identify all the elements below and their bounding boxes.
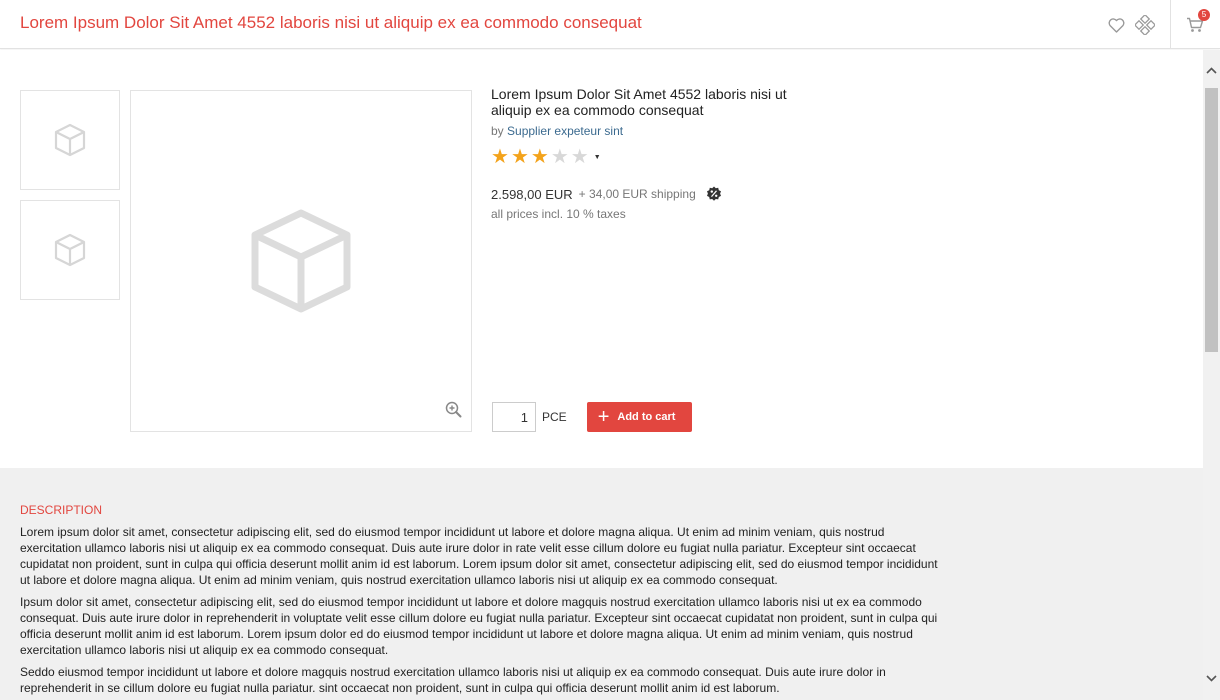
star-rating[interactable]: ★ ★ ★ ★ ★ ▼: [491, 146, 811, 168]
cube-icon: [54, 123, 86, 157]
price-row: 2.598,00 EUR + 34,00 EUR shipping: [491, 186, 811, 202]
scrollbar-thumb[interactable]: [1205, 88, 1218, 352]
plus-icon: +: [597, 406, 610, 428]
heart-icon[interactable]: [1105, 14, 1127, 36]
description-section: DESCRIPTION Lorem ipsum dolor sit amet, …: [0, 468, 1203, 700]
star-icon: ★: [570, 146, 589, 168]
star-icon: ★: [550, 146, 569, 168]
page-content: Lorem Ipsum Dolor Sit Amet 4552 laboris …: [0, 50, 1203, 700]
thumbnail-2[interactable]: [20, 200, 120, 300]
product-title: Lorem Ipsum Dolor Sit Amet 4552 laboris …: [491, 86, 787, 118]
zoom-in-icon[interactable]: [445, 401, 462, 423]
cart-icon[interactable]: 5: [1184, 9, 1210, 36]
scroll-down-icon[interactable]: [1203, 670, 1220, 687]
scroll-up-icon[interactable]: [1203, 62, 1220, 79]
cube-icon: [251, 209, 351, 313]
taxes-note: all prices incl. 10 % taxes: [491, 207, 626, 221]
description-paragraph: Seddo eiusmod tempor incididunt ut labor…: [20, 665, 886, 695]
thumbnail-1[interactable]: [20, 90, 120, 190]
description-paragraph: Lorem ipsum dolor sit amet, consectetur …: [20, 525, 938, 587]
by-label: by: [491, 124, 504, 138]
add-to-cart-button[interactable]: + Add to cart: [586, 402, 692, 432]
rating-dropdown-caret-icon[interactable]: ▼: [594, 154, 601, 161]
star-icon: ★: [491, 146, 509, 168]
add-to-cart-row: PCE + Add to cart: [492, 402, 692, 432]
cart-count-badge: 5: [1198, 9, 1210, 21]
product-section: Lorem Ipsum Dolor Sit Amet 4552 laboris …: [0, 50, 1203, 468]
star-icon: ★: [530, 146, 549, 168]
add-to-cart-label: Add to cart: [617, 411, 676, 423]
price: 2.598,00 EUR: [491, 186, 573, 202]
cube-icon: [54, 233, 86, 267]
discount-badge-icon[interactable]: [706, 186, 722, 202]
quantity-input[interactable]: [492, 402, 536, 432]
compare-icon[interactable]: [1134, 14, 1156, 36]
supplier-line: by Supplier expeteur sint: [491, 124, 811, 138]
header-bar: Lorem Ipsum Dolor Sit Amet 4552 laboris …: [0, 0, 1220, 49]
page-title: Lorem Ipsum Dolor Sit Amet 4552 laboris …: [20, 13, 642, 32]
description-text: Lorem ipsum dolor sit amet, consectetur …: [20, 524, 945, 700]
main-product-image[interactable]: [130, 90, 472, 432]
product-info: Lorem Ipsum Dolor Sit Amet 4552 laboris …: [491, 86, 811, 221]
vertical-scrollbar[interactable]: [1203, 50, 1220, 700]
header-divider: [1170, 0, 1171, 48]
description-paragraph: Ipsum dolor sit amet, consectetur adipis…: [20, 595, 938, 657]
shipping-cost: + 34,00 EUR shipping: [578, 187, 696, 201]
star-icon: ★: [510, 146, 529, 168]
description-heading: DESCRIPTION: [20, 503, 103, 517]
unit-label: PCE: [542, 410, 567, 424]
supplier-link[interactable]: Supplier expeteur sint: [507, 124, 623, 138]
